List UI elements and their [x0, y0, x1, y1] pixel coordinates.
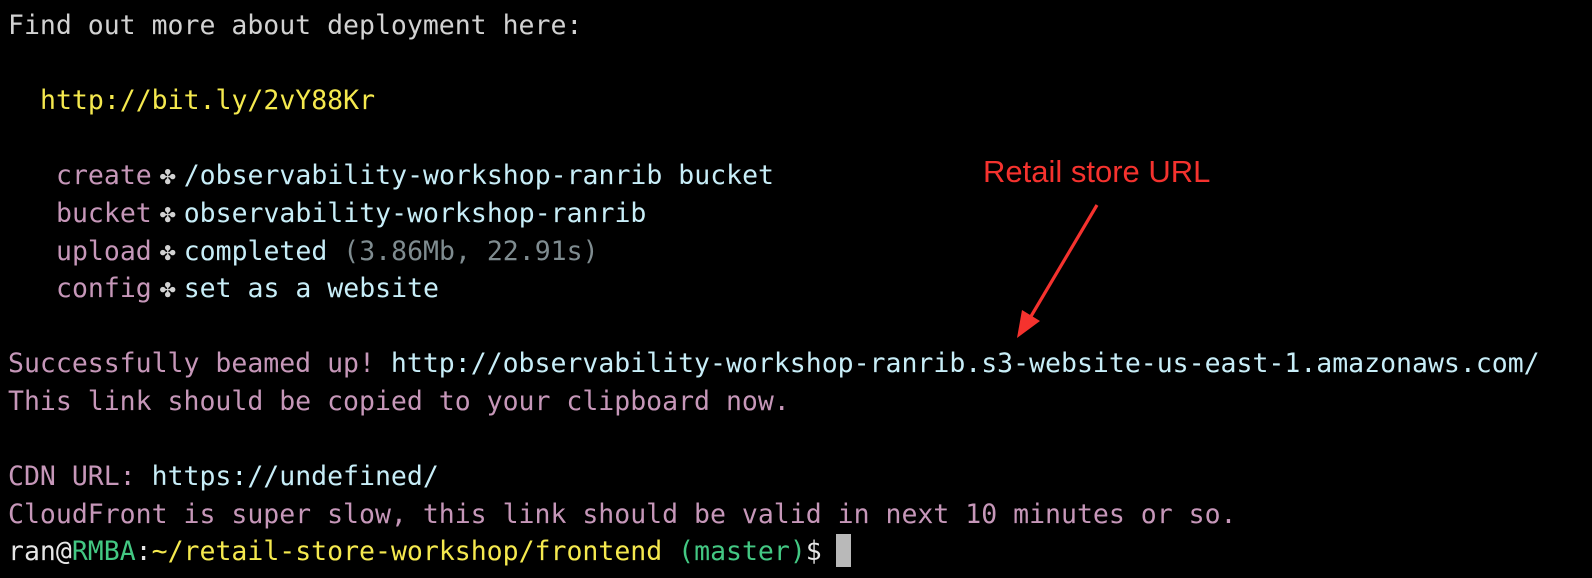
cdn-line: CDN URL: https://undefined/	[8, 458, 1592, 496]
prompt-colon: :	[135, 536, 152, 568]
prompt-branch: (master)	[678, 536, 806, 568]
step-row-bucket: bucket ✤ observability-workshop-ranrib	[8, 195, 1592, 233]
step-label: upload	[56, 235, 152, 267]
prompt-user: ran	[8, 536, 56, 568]
deploy-link[interactable]: http://bit.ly/2vY88Kr	[40, 85, 375, 116]
cdn-url-link[interactable]: https://undefined/	[152, 461, 439, 492]
step-label: config	[56, 273, 152, 305]
retail-store-url-link[interactable]: http://observability-workshop-ranrib.s3-…	[391, 348, 1540, 379]
cloudfront-note: CloudFront is super slow, this link shou…	[8, 498, 1237, 530]
step-value: /observability-workshop-ranrib bucket	[183, 160, 775, 192]
step-value: set as a website	[183, 273, 439, 305]
intro-line: Find out more about deployment here:	[8, 10, 583, 41]
success-line: Successfully beamed up! http://observabi…	[8, 345, 1592, 383]
success-prefix: Successfully beamed up!	[8, 348, 375, 380]
shell-prompt[interactable]: ran@RMBA:~/retail-store-workshop/fronten…	[8, 533, 1592, 571]
prompt-at: @	[55, 536, 72, 568]
step-value: completed	[183, 235, 328, 267]
step-value: observability-workshop-ranrib	[183, 197, 647, 229]
clipboard-note: This link should be copied to your clipb…	[8, 385, 790, 417]
deploy-link-line: http://bit.ly/2vY88Kr	[8, 82, 1592, 120]
upload-stats: (3.86Mb, 22.91s)	[343, 235, 599, 267]
cdn-label: CDN URL:	[8, 461, 136, 493]
step-row-create: create ✤/observability-workshop-ranrib bu…	[8, 157, 1592, 195]
prompt-path: ~/retail-store-workshop/frontend	[151, 536, 663, 568]
clover-icon: ✤	[159, 197, 176, 229]
annotation-label: Retail store URL	[983, 154, 1211, 189]
step-row-upload: upload ✤ completed (3.86Mb, 22.91s)	[8, 233, 1592, 271]
prompt-symbol: $	[805, 536, 822, 568]
step-label: bucket	[56, 197, 152, 229]
step-row-config: config ✤ set as a website	[8, 270, 1592, 308]
clover-icon: ✤	[159, 273, 176, 305]
clover-icon: ✤	[159, 235, 176, 267]
step-label: create	[56, 160, 152, 192]
clover-icon: ✤	[159, 160, 176, 192]
prompt-host: RMBA	[71, 536, 136, 568]
text-cursor[interactable]	[835, 534, 851, 568]
terminal-window[interactable]: Find out more about deployment here: htt…	[0, 0, 1592, 578]
